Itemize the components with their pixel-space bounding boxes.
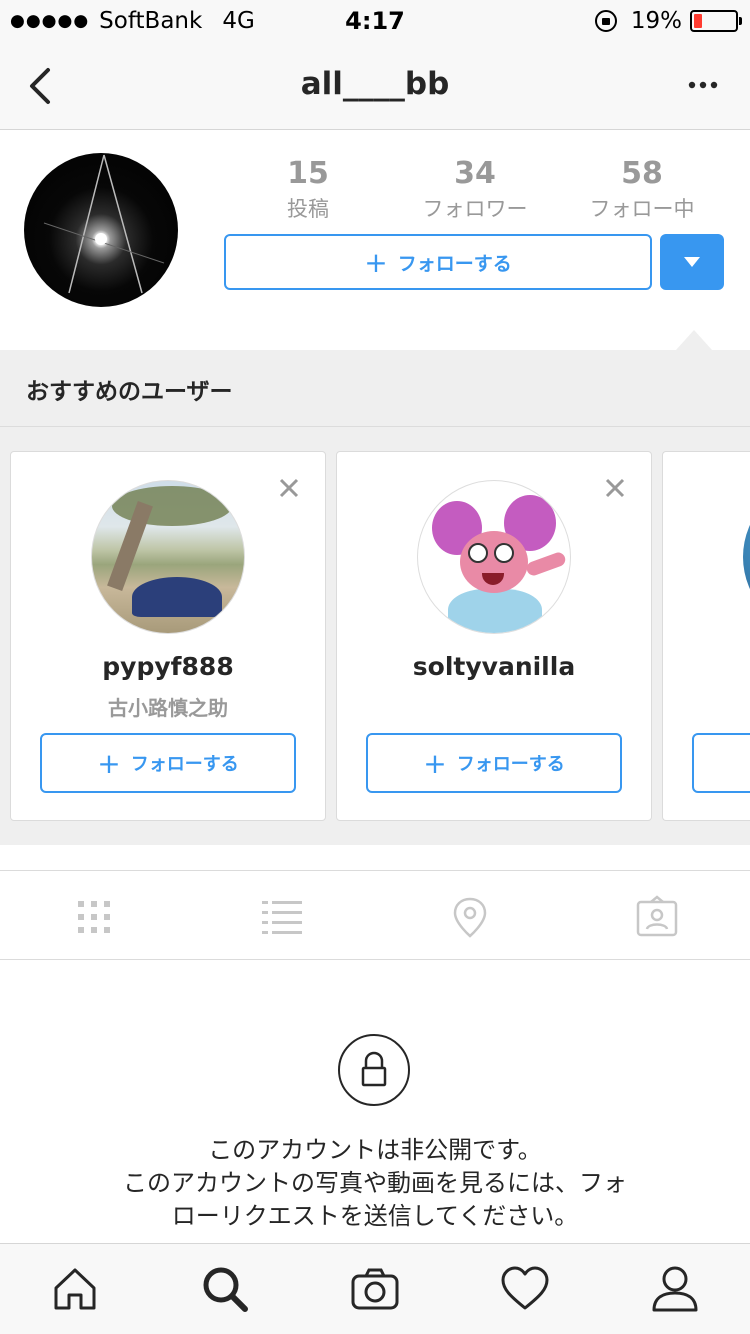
following-label: フォロー中 [589, 197, 695, 221]
battery-fill [694, 14, 702, 28]
followers-label: フォロワー [422, 197, 528, 221]
heart-icon[interactable] [500, 1264, 550, 1314]
follow-button-label: フォローする [130, 754, 239, 775]
tagged-icon[interactable] [635, 895, 679, 939]
divider [0, 426, 750, 427]
follow-button-label: フォローする [456, 754, 565, 775]
camera-icon[interactable] [350, 1264, 400, 1314]
location-icon[interactable] [448, 895, 492, 939]
suggested-follow-button[interactable] [692, 733, 750, 793]
follow-button-label: フォローする [397, 252, 512, 275]
list-icon[interactable] [260, 895, 304, 939]
battery-percent: 19% [630, 8, 682, 34]
suggested-follow-button[interactable]: + フォローする [366, 733, 622, 793]
pointer-arrow [676, 330, 712, 350]
lock-icon [338, 1034, 410, 1106]
suggested-user-card-partial[interactable] [662, 451, 750, 821]
avatar [24, 153, 178, 307]
suggested-user-avatar[interactable] [743, 480, 750, 634]
private-message-line: このアカウントの写真や動画を見るには、フォ [123, 1169, 627, 1197]
private-message-line: ローリクエストを送信してください。 [171, 1202, 579, 1230]
private-account-notice: このアカウントは非公開です。 このアカウントの写真や動画を見るには、フォ ローリ… [0, 960, 750, 1243]
suggested-full-name: 古小路慎之助 [108, 696, 228, 720]
rotation-lock-icon [594, 10, 617, 32]
followers-count: 34 [454, 156, 496, 191]
follow-button[interactable]: + フォローする [224, 234, 652, 290]
profile-header: 15 投稿 34 フォロワー 58 フォロー中 + フォローする [0, 131, 750, 350]
avatar-image [43, 154, 165, 294]
close-icon[interactable] [605, 478, 625, 498]
private-account-message: このアカウントは非公開です。 このアカウントの写真や動画を見るには、フォ ローリ… [90, 1134, 660, 1233]
suggested-user-avatar[interactable] [91, 480, 245, 634]
following-count: 58 [621, 156, 663, 191]
stat-following[interactable]: 58 フォロー中 [562, 157, 722, 223]
page-title: all____bb [300, 66, 450, 102]
suggested-username[interactable]: soltyvanilla [337, 652, 651, 681]
status-bar: ●●●●● SoftBank 4G 4:17 19% [0, 0, 750, 40]
grid-icon[interactable] [72, 895, 116, 939]
profile-view-tabs [0, 870, 750, 960]
plus-icon: + [364, 245, 388, 279]
battery-icon [690, 10, 742, 32]
close-icon[interactable] [279, 478, 299, 498]
home-icon[interactable] [50, 1264, 100, 1314]
profile-icon[interactable] [650, 1264, 700, 1314]
navigation-bar: all____bb [0, 40, 750, 130]
bottom-tab-bar [0, 1243, 750, 1334]
ellipsis-icon[interactable] [688, 80, 718, 90]
suggested-user-card[interactable]: soltyvanilla + フォローする [336, 451, 652, 821]
suggested-users-title: おすすめのユーザー [26, 379, 233, 405]
posts-count: 15 [287, 156, 329, 191]
private-message-line: このアカウントは非公開です。 [208, 1136, 542, 1164]
suggested-user-card[interactable]: pypyf888 古小路慎之助 + フォローする [10, 451, 326, 821]
suggested-user-avatar[interactable] [417, 480, 571, 634]
stat-followers[interactable]: 34 フォロワー [395, 157, 555, 223]
suggested-users-section: おすすめのユーザー pypyf888 古小路慎之助 + フォローする solty… [0, 330, 750, 845]
plus-icon: + [423, 746, 447, 780]
plus-icon: + [97, 746, 121, 780]
suggestions-toggle-button[interactable] [660, 234, 724, 290]
suggested-username[interactable]: pypyf888 [11, 652, 325, 681]
search-icon[interactable] [200, 1264, 250, 1314]
posts-label: 投稿 [287, 197, 329, 221]
suggested-follow-button[interactable]: + フォローする [40, 733, 296, 793]
stat-posts[interactable]: 15 投稿 [228, 157, 388, 223]
